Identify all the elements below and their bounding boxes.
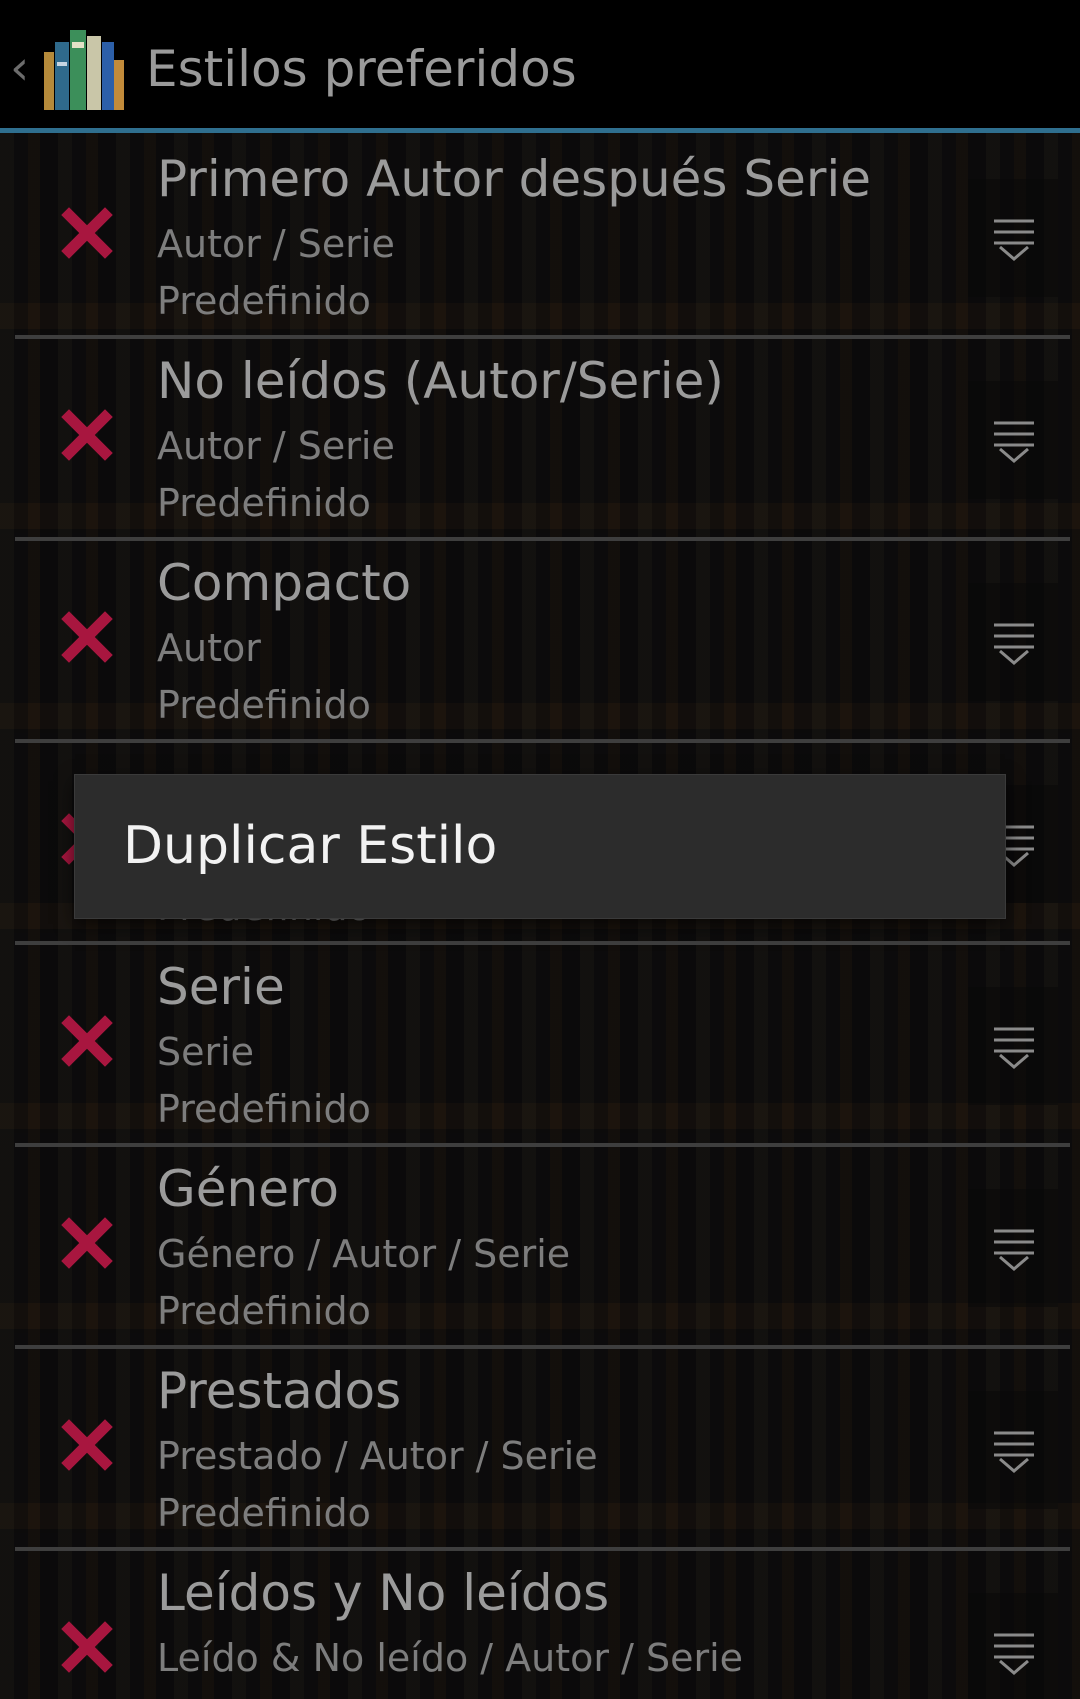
back-chevron-icon[interactable]: ‹ <box>10 38 29 98</box>
context-menu: Duplicar Estilo <box>75 775 1005 918</box>
style-row[interactable]: Compacto Autor Predefinido <box>15 541 1070 743</box>
style-groups: Serie <box>157 1030 255 1074</box>
style-name: Compacto <box>157 554 412 612</box>
drag-handle-icon[interactable] <box>968 381 1058 499</box>
style-groups: Prestado / Autor / Serie <box>157 1434 598 1478</box>
style-row[interactable]: Leídos y No leídos Leído & No leído / Au… <box>15 1551 1070 1699</box>
style-groups: Autor <box>157 626 261 670</box>
delete-icon[interactable] <box>59 205 115 261</box>
style-groups: Autor / Serie <box>157 424 395 468</box>
style-kind: Predefinido <box>157 279 371 323</box>
style-name: Leídos y No leídos <box>157 1564 610 1622</box>
delete-icon[interactable] <box>59 1013 115 1069</box>
drag-handle-icon[interactable] <box>968 987 1058 1105</box>
drag-handle-icon[interactable] <box>968 179 1058 297</box>
drag-handle-icon[interactable] <box>968 1189 1058 1307</box>
duplicate-style-menu-item[interactable]: Duplicar Estilo <box>123 813 497 879</box>
style-row[interactable]: Primero Autor después Serie Autor / Seri… <box>15 137 1070 339</box>
style-row[interactable]: Prestados Prestado / Autor / Serie Prede… <box>15 1349 1070 1551</box>
style-kind: Predefinido <box>157 1289 371 1333</box>
style-groups: Leído & No leído / Autor / Serie <box>157 1636 744 1680</box>
style-name: Primero Autor después Serie <box>157 150 872 208</box>
delete-icon[interactable] <box>59 1619 115 1675</box>
action-bar: ‹ Estilos preferidos <box>0 0 1080 133</box>
style-row[interactable]: Género Género / Autor / Serie Predefinid… <box>15 1147 1070 1349</box>
style-row[interactable]: Serie Serie Predefinido <box>15 945 1070 1147</box>
style-kind: Predefinido <box>157 1087 371 1131</box>
style-name: No leídos (Autor/Serie) <box>157 352 724 410</box>
delete-icon[interactable] <box>59 1417 115 1473</box>
style-name: Género <box>157 1160 340 1218</box>
drag-handle-icon[interactable] <box>968 583 1058 701</box>
screen-title: Estilos preferidos <box>146 40 577 98</box>
style-row[interactable]: No leídos (Autor/Serie) Autor / Serie Pr… <box>15 339 1070 541</box>
style-groups: Autor / Serie <box>157 222 395 266</box>
drag-handle-icon[interactable] <box>968 1593 1058 1699</box>
delete-icon[interactable] <box>59 609 115 665</box>
style-groups: Género / Autor / Serie <box>157 1232 571 1276</box>
drag-handle-icon[interactable] <box>968 1391 1058 1509</box>
delete-icon[interactable] <box>59 1215 115 1271</box>
style-name: Serie <box>157 958 285 1016</box>
delete-icon[interactable] <box>59 407 115 463</box>
style-kind: Predefinido <box>157 481 371 525</box>
style-kind: Predefinido <box>157 683 371 727</box>
style-kind: Predefinido <box>157 1491 371 1535</box>
style-name: Prestados <box>157 1362 402 1420</box>
app-bookshelf-icon[interactable] <box>42 22 126 112</box>
